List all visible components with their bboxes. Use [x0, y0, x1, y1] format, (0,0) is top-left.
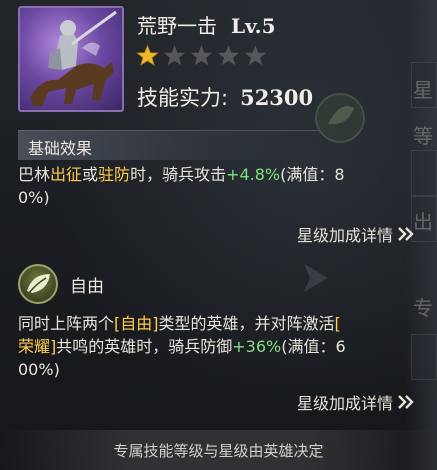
- text-segment: 巴林: [18, 165, 51, 184]
- skill-power: 技能实力: 52300: [137, 82, 313, 112]
- text-segment: (满值：8: [280, 165, 345, 184]
- freedom-skill-name: 自由: [70, 277, 104, 297]
- highlight-garrison: 驻防: [98, 165, 131, 184]
- text-segment: 同时上阵两个: [18, 314, 115, 333]
- background-text: 等: [413, 124, 433, 148]
- background-text: 出: [413, 210, 433, 234]
- text-segment: (满值：6: [281, 337, 346, 356]
- star-empty-icon: [190, 45, 213, 66]
- skill-name: 荒野一击: [137, 14, 217, 38]
- highlight-march: 出征: [50, 165, 83, 184]
- double-chevron-right-icon: [398, 395, 414, 409]
- skill-level: Lv.5: [231, 14, 276, 38]
- background-text: 星: [413, 78, 433, 102]
- skill-power-value: 52300: [240, 85, 314, 110]
- faded-leaf-emblem-icon: [315, 93, 365, 143]
- text-segment: 时，骑兵攻击: [130, 165, 227, 184]
- basic-effect-title: 基础效果: [28, 139, 93, 158]
- text-segment: 类型的英雄，并对阵激活: [158, 314, 335, 333]
- star-empty-icon: [217, 45, 240, 66]
- freedom-star-bonus-details-link[interactable]: 星级加成详情: [297, 390, 415, 414]
- bonus-value: +4.8%: [226, 165, 281, 184]
- basic-effect-header: 基础效果: [18, 130, 318, 160]
- star-empty-icon: [163, 45, 186, 66]
- footer-text: 专属技能等级与星级由英雄决定: [113, 442, 324, 460]
- skill-detail-panel: 星 等 出 专 荒野一击 Lv.5 技能实力: 52300 基础效果 巴林出征或…: [0, 0, 437, 470]
- highlight-freedom: [自由]: [114, 314, 159, 333]
- hero-portrait: [18, 6, 124, 112]
- highlight-glory: 荣耀]: [18, 337, 57, 356]
- star-rating: [136, 44, 267, 67]
- freedom-skill-description: 同时上阵两个[自由]类型的英雄，并对阵激活[ 荣耀]共鸣的英雄时，骑兵防御+36…: [18, 312, 418, 381]
- basic-effect-description: 巴林出征或驻防时，骑兵攻击+4.8%(满值：8 0%): [18, 163, 418, 209]
- description-line: 荣耀]共鸣的英雄时，骑兵防御+36%(满值：6: [18, 335, 418, 358]
- text-segment: 共鸣的英雄时，骑兵防御: [56, 337, 233, 356]
- description-line: 00%): [18, 360, 60, 379]
- star-empty-icon: [244, 45, 267, 66]
- description-line: 巴林出征或驻防时，骑兵攻击+4.8%(满值：8: [18, 163, 418, 186]
- basic-star-bonus-details-link[interactable]: 星级加成详情: [297, 222, 415, 246]
- footer-note: 专属技能等级与星级由英雄决定: [0, 430, 437, 470]
- bonus-value: +36%: [232, 337, 282, 356]
- knight-on-horse-icon: [30, 10, 117, 106]
- star-bonus-details-label: 星级加成详情: [296, 394, 393, 413]
- skill-power-label: 技能实力:: [137, 86, 229, 110]
- double-chevron-right-icon: [398, 227, 414, 241]
- skill-title: 荒野一击 Lv.5: [137, 10, 276, 39]
- description-line: 同时上阵两个[自由]类型的英雄，并对阵激活[: [18, 312, 418, 335]
- star-bonus-details-label: 星级加成详情: [296, 226, 393, 245]
- description-line: 0%): [18, 188, 50, 207]
- freedom-skill-icon: [18, 264, 58, 304]
- faded-arrow-icon: [304, 264, 328, 292]
- text-segment: 或: [82, 165, 99, 184]
- highlight-bracket: [: [334, 314, 341, 333]
- leaf-icon: [27, 274, 50, 294]
- star-filled-icon: [136, 44, 159, 66]
